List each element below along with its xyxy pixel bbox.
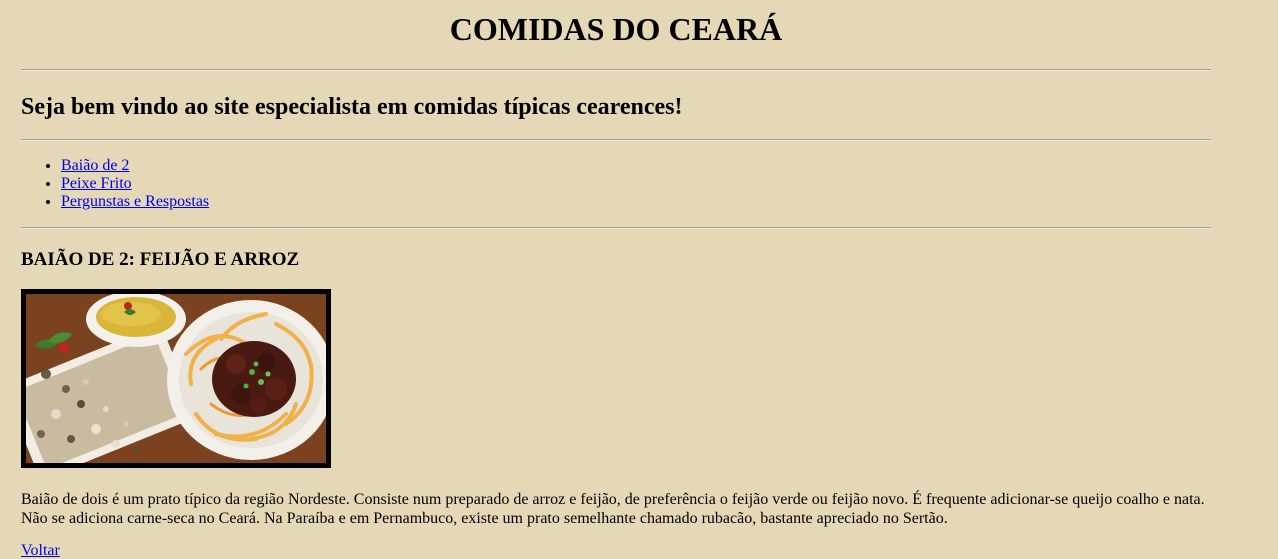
nav-list: Baião de 2 Peixe Frito Pergunstas e Resp… (21, 157, 1211, 211)
section-description: Baião de dois é um prato típico da regiã… (21, 491, 1205, 527)
nav-link-peixe[interactable]: Peixe Frito (61, 175, 132, 192)
back-link[interactable]: Voltar (21, 542, 60, 559)
divider (21, 139, 1211, 141)
back-container: Voltar (21, 542, 1211, 559)
nav-link-baiao[interactable]: Baião de 2 (61, 157, 129, 174)
section-heading: BAIÃO DE 2: FEIJÃO E ARROZ (21, 249, 300, 270)
nav-item-peixe: Peixe Frito (61, 175, 1211, 193)
page-title: COMIDAS DO CEARÁ (449, 11, 783, 47)
nav-item-perguntas: Pergunstas e Respostas (61, 193, 1211, 211)
page-container: COMIDAS DO CEARÁ Seja bem vindo ao site … (21, 0, 1211, 559)
food-photo (21, 289, 331, 468)
nav-link-perguntas[interactable]: Pergunstas e Respostas (61, 193, 209, 210)
welcome-heading: Seja bem vindo ao site especialista em c… (21, 94, 683, 120)
nav-item-baiao: Baião de 2 (61, 157, 1211, 175)
